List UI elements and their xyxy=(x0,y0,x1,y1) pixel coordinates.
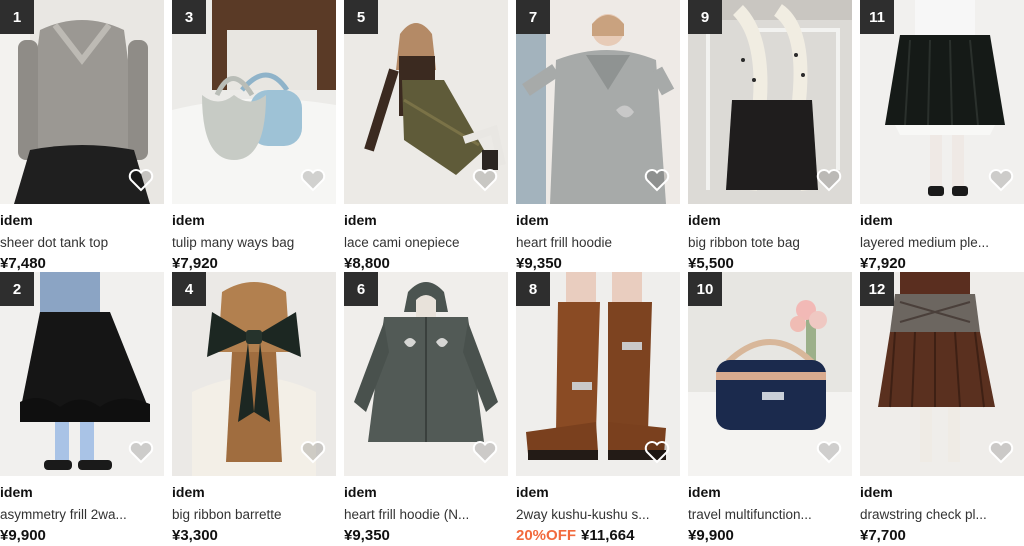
product-name[interactable]: sheer dot tank top xyxy=(0,234,164,252)
brand-name[interactable]: idem xyxy=(172,211,336,229)
product-name[interactable]: travel multifunction... xyxy=(688,506,852,524)
product-image[interactable]: 9 xyxy=(688,0,852,204)
rank-badge: 4 xyxy=(172,272,206,306)
product-price: ¥9,350 xyxy=(344,527,390,544)
heart-icon[interactable] xyxy=(300,440,326,464)
product-name[interactable]: heart frill hoodie (N... xyxy=(344,506,508,524)
product-price: ¥3,300 xyxy=(172,527,218,544)
rank-badge: 10 xyxy=(688,272,722,306)
product-name[interactable]: lace cami onepiece xyxy=(344,234,508,252)
product-name[interactable]: layered medium ple... xyxy=(860,234,1024,252)
product-card[interactable]: 11 idem layered medium ple... ¥7,920 xyxy=(860,0,1024,274)
product-name[interactable]: drawstring check pl... xyxy=(860,506,1024,524)
product-image[interactable]: 2 xyxy=(0,272,164,476)
heart-icon[interactable] xyxy=(816,168,842,192)
heart-icon[interactable] xyxy=(644,168,670,192)
product-name[interactable]: big ribbon tote bag xyxy=(688,234,852,252)
product-name[interactable]: 2way kushu-kushu s... xyxy=(516,506,680,524)
rank-badge: 12 xyxy=(860,272,894,306)
heart-icon[interactable] xyxy=(128,440,154,464)
brand-name[interactable]: idem xyxy=(516,211,680,229)
brand-name[interactable]: idem xyxy=(344,483,508,501)
heart-icon[interactable] xyxy=(988,440,1014,464)
product-ranking-grid: 1 idem sheer dot tank top ¥7,480 3 idem … xyxy=(0,0,1024,545)
rank-badge: 1 xyxy=(0,0,34,34)
product-name[interactable]: big ribbon barrette xyxy=(172,506,336,524)
product-price: ¥9,900 xyxy=(0,527,46,544)
heart-icon[interactable] xyxy=(644,440,670,464)
brand-name[interactable]: idem xyxy=(860,483,1024,501)
product-card[interactable]: 10 idem travel multifunction... ¥9,900 xyxy=(688,272,852,546)
product-card[interactable]: 8 idem 2way kushu-kushu s... 20%OFF ¥11,6… xyxy=(516,272,680,546)
rank-badge: 2 xyxy=(0,272,34,306)
product-image[interactable]: 4 xyxy=(172,272,336,476)
brand-name[interactable]: idem xyxy=(0,483,164,501)
product-card[interactable]: 7 idem heart frill hoodie ¥9,350 xyxy=(516,0,680,274)
rank-badge: 6 xyxy=(344,272,378,306)
product-card[interactable]: 12 idem drawstring check pl... ¥7,700 xyxy=(860,272,1024,546)
product-price: ¥7,920 xyxy=(172,255,218,272)
rank-badge: 7 xyxy=(516,0,550,34)
heart-icon[interactable] xyxy=(128,168,154,192)
product-image[interactable]: 12 xyxy=(860,272,1024,476)
brand-name[interactable]: idem xyxy=(0,211,164,229)
rank-badge: 5 xyxy=(344,0,378,34)
product-price: ¥7,920 xyxy=(860,255,906,272)
product-name[interactable]: tulip many ways bag xyxy=(172,234,336,252)
product-image[interactable]: 8 xyxy=(516,272,680,476)
brand-name[interactable]: idem xyxy=(516,483,680,501)
heart-icon[interactable] xyxy=(300,168,326,192)
product-card[interactable]: 3 idem tulip many ways bag ¥7,920 xyxy=(172,0,336,274)
rank-badge: 9 xyxy=(688,0,722,34)
product-price: ¥11,664 xyxy=(581,527,635,544)
product-price: ¥7,700 xyxy=(860,527,906,544)
product-price: ¥8,800 xyxy=(344,255,390,272)
product-image[interactable]: 5 xyxy=(344,0,508,204)
heart-icon[interactable] xyxy=(472,440,498,464)
discount-label: 20%OFF xyxy=(516,527,577,544)
product-name[interactable]: heart frill hoodie xyxy=(516,234,680,252)
product-image[interactable]: 6 xyxy=(344,272,508,476)
brand-name[interactable]: idem xyxy=(172,483,336,501)
heart-icon[interactable] xyxy=(816,440,842,464)
product-image[interactable]: 11 xyxy=(860,0,1024,204)
product-card[interactable]: 5 idem lace cami onepiece ¥8,800 xyxy=(344,0,508,274)
product-price: ¥5,500 xyxy=(688,255,734,272)
heart-icon[interactable] xyxy=(472,168,498,192)
product-price: ¥9,900 xyxy=(688,527,734,544)
product-image[interactable]: 3 xyxy=(172,0,336,204)
product-image[interactable]: 7 xyxy=(516,0,680,204)
product-card[interactable]: 4 idem big ribbon barrette ¥3,300 xyxy=(172,272,336,546)
product-card[interactable]: 6 idem heart frill hoodie (N... ¥9,350 xyxy=(344,272,508,546)
heart-icon[interactable] xyxy=(988,168,1014,192)
product-card[interactable]: 1 idem sheer dot tank top ¥7,480 xyxy=(0,0,164,274)
product-price: ¥9,350 xyxy=(516,255,562,272)
product-card[interactable]: 2 idem asymmetry frill 2wa... ¥9,900 xyxy=(0,272,164,546)
rank-badge: 8 xyxy=(516,272,550,306)
brand-name[interactable]: idem xyxy=(344,211,508,229)
brand-name[interactable]: idem xyxy=(688,211,852,229)
product-name[interactable]: asymmetry frill 2wa... xyxy=(0,506,164,524)
product-card[interactable]: 9 idem big ribbon tote bag ¥5,500 xyxy=(688,0,852,274)
product-image[interactable]: 10 xyxy=(688,272,852,476)
brand-name[interactable]: idem xyxy=(860,211,1024,229)
product-image[interactable]: 1 xyxy=(0,0,164,204)
rank-badge: 11 xyxy=(860,0,894,34)
brand-name[interactable]: idem xyxy=(688,483,852,501)
rank-badge: 3 xyxy=(172,0,206,34)
product-price: ¥7,480 xyxy=(0,255,46,272)
